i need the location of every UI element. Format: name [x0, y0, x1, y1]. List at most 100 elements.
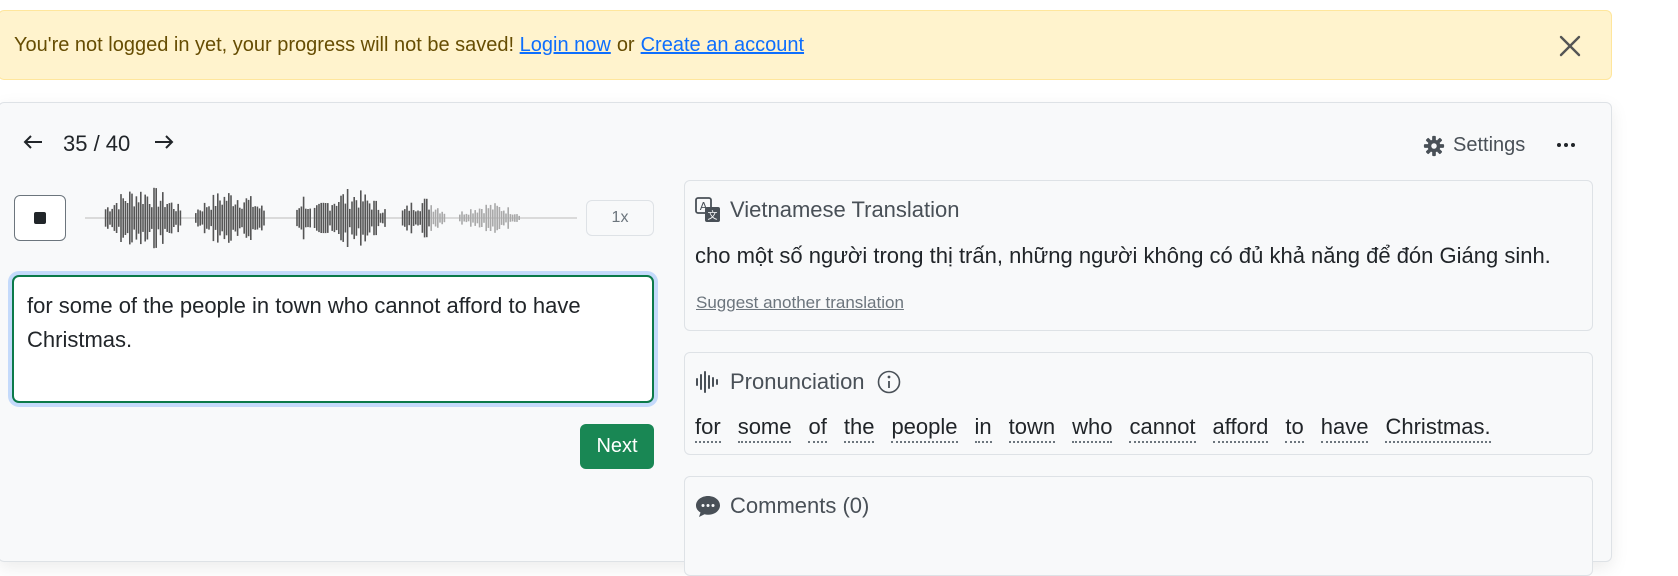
pronunciation-word[interactable]: for: [695, 413, 721, 443]
waveform-bar: [439, 213, 441, 223]
waveform-bar: [131, 193, 133, 243]
waveform-bar: [256, 206, 259, 230]
waveform-bar: [412, 210, 415, 226]
pronunciation-word[interactable]: Christmas.: [1385, 413, 1491, 443]
waveform-bar: [245, 198, 248, 238]
waveform-bar: [296, 209, 298, 227]
waveform-bar: [223, 196, 226, 240]
waveform-bar: [258, 208, 261, 228]
waveform-bar: [360, 190, 362, 246]
login-link[interactable]: Login now: [520, 34, 611, 57]
waveform-bar: [298, 208, 300, 228]
waveform-bar: [333, 203, 336, 233]
waveform-bar: [113, 205, 116, 231]
waveform-bar: [419, 211, 421, 225]
waveform-bar: [135, 196, 138, 240]
waveform-bar: [364, 194, 366, 242]
answer-input[interactable]: [12, 275, 654, 403]
waveform-bar: [368, 203, 371, 233]
playback-speed-button[interactable]: 1x: [586, 200, 654, 236]
waveform-bar: [309, 208, 311, 228]
pronunciation-word[interactable]: the: [843, 413, 875, 443]
waveform-bar: [430, 205, 432, 231]
waveform-bar: [437, 208, 439, 228]
comments-header[interactable]: Comments (0): [695, 493, 869, 519]
pronunciation-word[interactable]: cannot: [1129, 413, 1196, 443]
pronunciation-word[interactable]: in: [974, 413, 992, 443]
comments-title: Comments (0): [730, 493, 870, 518]
waveform-bar: [300, 206, 303, 230]
waveform-bar: [329, 210, 331, 226]
arrow-left-icon[interactable]: [22, 133, 44, 151]
waveform-bar: [459, 214, 461, 222]
waveform-bar: [252, 206, 254, 230]
waveform-bar: [148, 204, 151, 232]
waveform-bar: [302, 196, 305, 240]
waveform-bar: [406, 205, 408, 231]
pronunciation-word[interactable]: people: [891, 413, 958, 443]
waveform-bar: [126, 203, 129, 234]
pronunciation-word[interactable]: of: [808, 413, 827, 443]
waveform-bar: [331, 205, 333, 231]
waveform-bar: [115, 203, 118, 233]
close-icon[interactable]: [1555, 31, 1585, 61]
suggest-translation-link[interactable]: Suggest another translation: [696, 293, 904, 313]
svg-text:文: 文: [708, 209, 718, 222]
waveform-bar: [170, 202, 173, 234]
info-icon[interactable]: [877, 370, 901, 394]
waveform-bar: [498, 207, 501, 229]
settings-button[interactable]: Settings: [1423, 134, 1525, 157]
waveform-bar: [155, 188, 157, 248]
pronunciation-word[interactable]: who: [1072, 413, 1113, 443]
waveform-bar: [241, 208, 243, 228]
pronunciation-word[interactable]: afford: [1212, 413, 1269, 443]
waveform-bar: [307, 209, 309, 228]
waveform-bar: [461, 211, 463, 225]
translation-header: A 文 Vietnamese Translation: [695, 197, 960, 223]
waveform-bar: [120, 194, 122, 242]
waveform-bar: [199, 210, 201, 226]
stop-button[interactable]: [14, 195, 66, 241]
waveform-bar: [421, 203, 424, 233]
waveform-bar: [327, 203, 329, 233]
waveform-bar: [173, 209, 175, 227]
waveform-bar: [344, 203, 347, 233]
waveform-bar: [236, 200, 239, 236]
arrow-right-icon[interactable]: [153, 133, 175, 151]
create-account-link[interactable]: Create an account: [641, 34, 804, 57]
waveform-bar: [111, 208, 113, 228]
ellipsis-icon[interactable]: [1555, 134, 1577, 156]
pronunciation-word[interactable]: some: [737, 413, 792, 443]
waveform-bar: [353, 197, 355, 240]
waveform-bar: [357, 207, 360, 229]
waveform-bar: [107, 207, 109, 229]
audio-waveform[interactable]: [85, 180, 577, 256]
pronunciation-word[interactable]: town: [1008, 413, 1056, 443]
waveform-bar: [351, 201, 353, 235]
waveform-bar: [109, 211, 111, 225]
waveform-bar: [375, 200, 377, 236]
waveform-bar: [104, 209, 107, 227]
waveform-bar: [212, 194, 215, 242]
next-button[interactable]: Next: [580, 424, 654, 469]
waveform-bar: [340, 195, 342, 241]
waveform-bar: [472, 213, 474, 223]
waveform-bar: [122, 198, 124, 238]
waveform-bar: [162, 192, 164, 244]
waveform-bar: [335, 205, 338, 231]
waveform-bar: [322, 202, 325, 234]
waveform-bar: [384, 209, 386, 227]
pronunciation-word[interactable]: have: [1320, 413, 1369, 443]
waveform-bar: [234, 204, 237, 232]
pronunciation-word[interactable]: to: [1285, 413, 1304, 443]
waveform-bar: [426, 198, 428, 238]
waveform-bar: [206, 207, 208, 229]
translate-icon: A 文: [695, 197, 720, 222]
waveform-bar: [428, 209, 430, 227]
waveform-bar: [247, 199, 250, 237]
waveform-bar: [516, 214, 518, 222]
waveform-bar: [195, 213, 197, 223]
waveform-bar: [514, 214, 516, 222]
waveform-bar: [175, 211, 177, 225]
pronunciation-panel: Pronunciation for some of the people in town wh…: [684, 352, 1593, 455]
